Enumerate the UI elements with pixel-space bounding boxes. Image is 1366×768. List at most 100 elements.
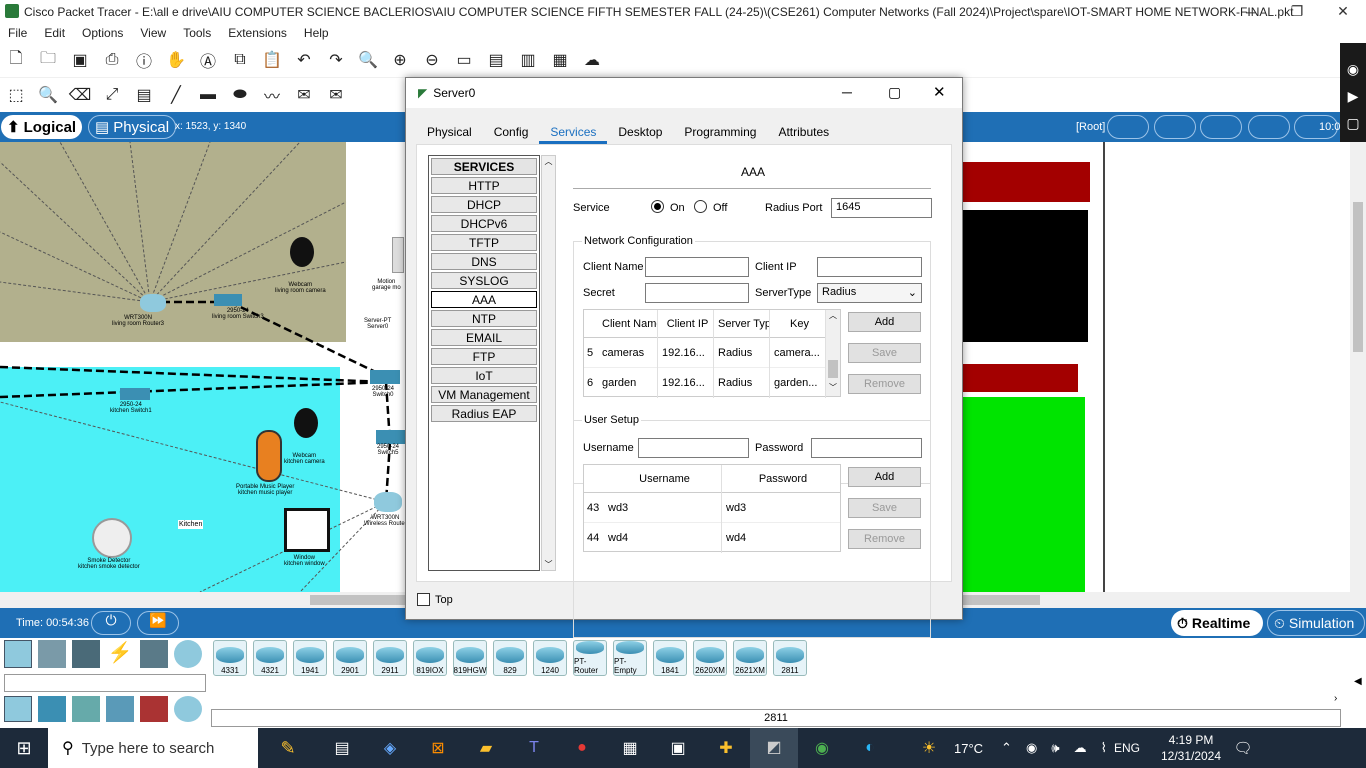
inspect-icon[interactable]: 🔍 bbox=[36, 83, 60, 107]
menu-file[interactable]: File bbox=[8, 26, 27, 40]
device-pt-empty[interactable]: PT-Empty bbox=[613, 640, 647, 676]
menu-extensions[interactable]: Extensions bbox=[228, 26, 287, 40]
username-input[interactable] bbox=[638, 438, 749, 458]
system-tray[interactable]: ⌃ ◉ 🕪 ☁ ⌇ bbox=[994, 740, 1114, 756]
password-input[interactable] bbox=[811, 438, 922, 458]
device-2811[interactable]: 2811 bbox=[773, 640, 807, 676]
new-file-icon[interactable]: 🗋 bbox=[4, 48, 28, 72]
user-remove-button[interactable]: Remove bbox=[848, 529, 921, 549]
service-vm-management[interactable]: VM Management bbox=[431, 386, 537, 403]
network-wizard-icon[interactable]: ✋ bbox=[164, 48, 188, 72]
dialog-close-button[interactable]: ✕ bbox=[933, 83, 946, 101]
col-client-ip[interactable]: Client IP bbox=[658, 310, 714, 338]
col-username[interactable]: Username bbox=[604, 465, 722, 493]
end-devices-icon[interactable] bbox=[38, 640, 66, 668]
service-off-radio[interactable] bbox=[694, 200, 707, 213]
tab-physical[interactable]: Physical bbox=[416, 122, 483, 144]
device-819iox[interactable]: 819IOX bbox=[413, 640, 447, 676]
search-highlight-icon[interactable]: ✎ bbox=[258, 728, 318, 768]
cluster-icon[interactable]: ▦ bbox=[548, 48, 572, 72]
col-password[interactable]: Password bbox=[722, 465, 840, 493]
realtime-mode-button[interactable]: ⏱ Realtime bbox=[1171, 610, 1263, 636]
puzzle-app-icon[interactable]: ✚ bbox=[702, 738, 750, 758]
kitchen-webcam-icon[interactable] bbox=[294, 408, 318, 438]
device-2620xm[interactable]: 2620XM bbox=[693, 640, 727, 676]
file-explorer-icon[interactable]: ▰ bbox=[462, 738, 510, 758]
fast-forward-icon[interactable]: ⏩ bbox=[137, 611, 179, 635]
clients-table-scrollbar[interactable]: ︿ ﹀ bbox=[826, 310, 840, 396]
network-devices-icon[interactable] bbox=[4, 640, 32, 668]
resize-icon[interactable]: ⤢ bbox=[100, 83, 124, 107]
scroll-thumb[interactable] bbox=[828, 360, 838, 378]
freeform-icon[interactable]: 〰 bbox=[260, 83, 284, 107]
weather-temp[interactable]: 17°C bbox=[954, 741, 994, 756]
chrome-icon[interactable]: ◉ bbox=[798, 738, 846, 758]
service-aaa[interactable]: AAA bbox=[431, 291, 537, 308]
video-icon[interactable]: ▶ bbox=[1340, 88, 1366, 105]
connections-icon[interactable]: ⚡ bbox=[106, 640, 134, 668]
security-icon[interactable] bbox=[140, 696, 168, 722]
scroll-up-icon[interactable]: ︿ bbox=[542, 156, 555, 167]
routers-icon[interactable] bbox=[4, 696, 32, 722]
window-device-icon[interactable] bbox=[284, 508, 330, 552]
window-icon[interactable]: ▢ bbox=[1340, 115, 1366, 132]
logical-view-tab[interactable]: ⬆ Logical bbox=[1, 115, 83, 139]
scroll-up-icon[interactable]: ︿ bbox=[826, 310, 840, 321]
components-icon[interactable] bbox=[72, 640, 100, 668]
kitchen-switch-icon[interactable] bbox=[120, 388, 150, 400]
media-app-icon[interactable]: ▦ bbox=[606, 738, 654, 758]
service-tftp[interactable]: TFTP bbox=[431, 234, 537, 251]
redo-icon[interactable]: ↷ bbox=[324, 48, 348, 72]
device-4331[interactable]: 4331 bbox=[213, 640, 247, 676]
secret-input[interactable] bbox=[645, 283, 749, 303]
radius-port-input[interactable]: 1645 bbox=[831, 198, 932, 218]
col-key[interactable]: Key bbox=[770, 310, 826, 338]
simulation-mode-button[interactable]: ⏲ Simulation bbox=[1267, 610, 1365, 636]
client-add-button[interactable]: Add bbox=[848, 312, 921, 332]
physical-view-tab[interactable]: ▤ Physical bbox=[88, 115, 177, 139]
client-remove-button[interactable]: Remove bbox=[848, 374, 921, 394]
table-row[interactable]: 5 cameras 192.16... Radius camera... bbox=[584, 338, 826, 368]
service-ftp[interactable]: FTP bbox=[431, 348, 537, 365]
service-ntp[interactable]: NTP bbox=[431, 310, 537, 327]
col-server-type[interactable]: Server Type bbox=[714, 310, 770, 338]
clock[interactable]: 4:19 PM 12/31/2024 bbox=[1154, 732, 1228, 764]
minimize-button[interactable]: ─ bbox=[1228, 0, 1274, 23]
service-on-radio[interactable] bbox=[651, 200, 664, 213]
service-dns[interactable]: DNS bbox=[431, 253, 537, 270]
wan-emulation-icon[interactable] bbox=[174, 696, 202, 722]
activity-wizard-icon[interactable]: Ⓐ bbox=[196, 48, 220, 72]
xampp-icon[interactable]: ⊠ bbox=[414, 738, 462, 758]
tab-attributes[interactable]: Attributes bbox=[767, 122, 840, 144]
edge-icon[interactable]: ◐ bbox=[846, 739, 894, 757]
open-folder-icon[interactable]: 🗀 bbox=[36, 48, 60, 72]
zoom-out-icon[interactable]: ⊖ bbox=[420, 48, 444, 72]
cisco-pt-active-icon[interactable]: ◩ bbox=[750, 728, 798, 768]
switch0-icon[interactable] bbox=[370, 370, 400, 384]
service-dhcpv6[interactable]: DHCPv6 bbox=[431, 215, 537, 232]
wireless-icon[interactable] bbox=[106, 696, 134, 722]
switches-icon[interactable] bbox=[38, 696, 66, 722]
zoom-in-icon[interactable]: 🔍 bbox=[356, 48, 380, 72]
scroll-down-icon[interactable]: ﹀ bbox=[542, 559, 555, 570]
server-icon[interactable] bbox=[392, 237, 404, 273]
add-complex-pdu-icon[interactable]: ✉ bbox=[324, 83, 348, 107]
cloud-icon[interactable]: ☁ bbox=[580, 48, 604, 72]
viewport-time[interactable]: 10:0 bbox=[1294, 115, 1340, 139]
living-room-router-icon[interactable] bbox=[140, 294, 166, 312]
menu-help[interactable]: Help bbox=[304, 26, 329, 40]
drawing-palette-icon[interactable]: ▭ bbox=[452, 48, 476, 72]
music-player-icon[interactable] bbox=[256, 430, 282, 482]
device-1941[interactable]: 1941 bbox=[293, 640, 327, 676]
power-cycle-icon[interactable]: ⏻ bbox=[91, 611, 131, 635]
note-icon[interactable]: ▤ bbox=[132, 83, 156, 107]
custom-device-icon[interactable]: ▤ bbox=[484, 48, 508, 72]
top-checkbox[interactable] bbox=[417, 593, 430, 606]
device-4321[interactable]: 4321 bbox=[253, 640, 287, 676]
info-icon[interactable]: ⓘ bbox=[132, 48, 156, 72]
windows-start-icon[interactable]: ⊞ bbox=[0, 738, 48, 759]
print-icon[interactable]: ⎙ bbox=[100, 48, 124, 72]
set-background-icon[interactable] bbox=[1248, 115, 1290, 139]
client-ip-input[interactable] bbox=[817, 257, 922, 277]
line-icon[interactable]: ╱ bbox=[164, 83, 188, 107]
